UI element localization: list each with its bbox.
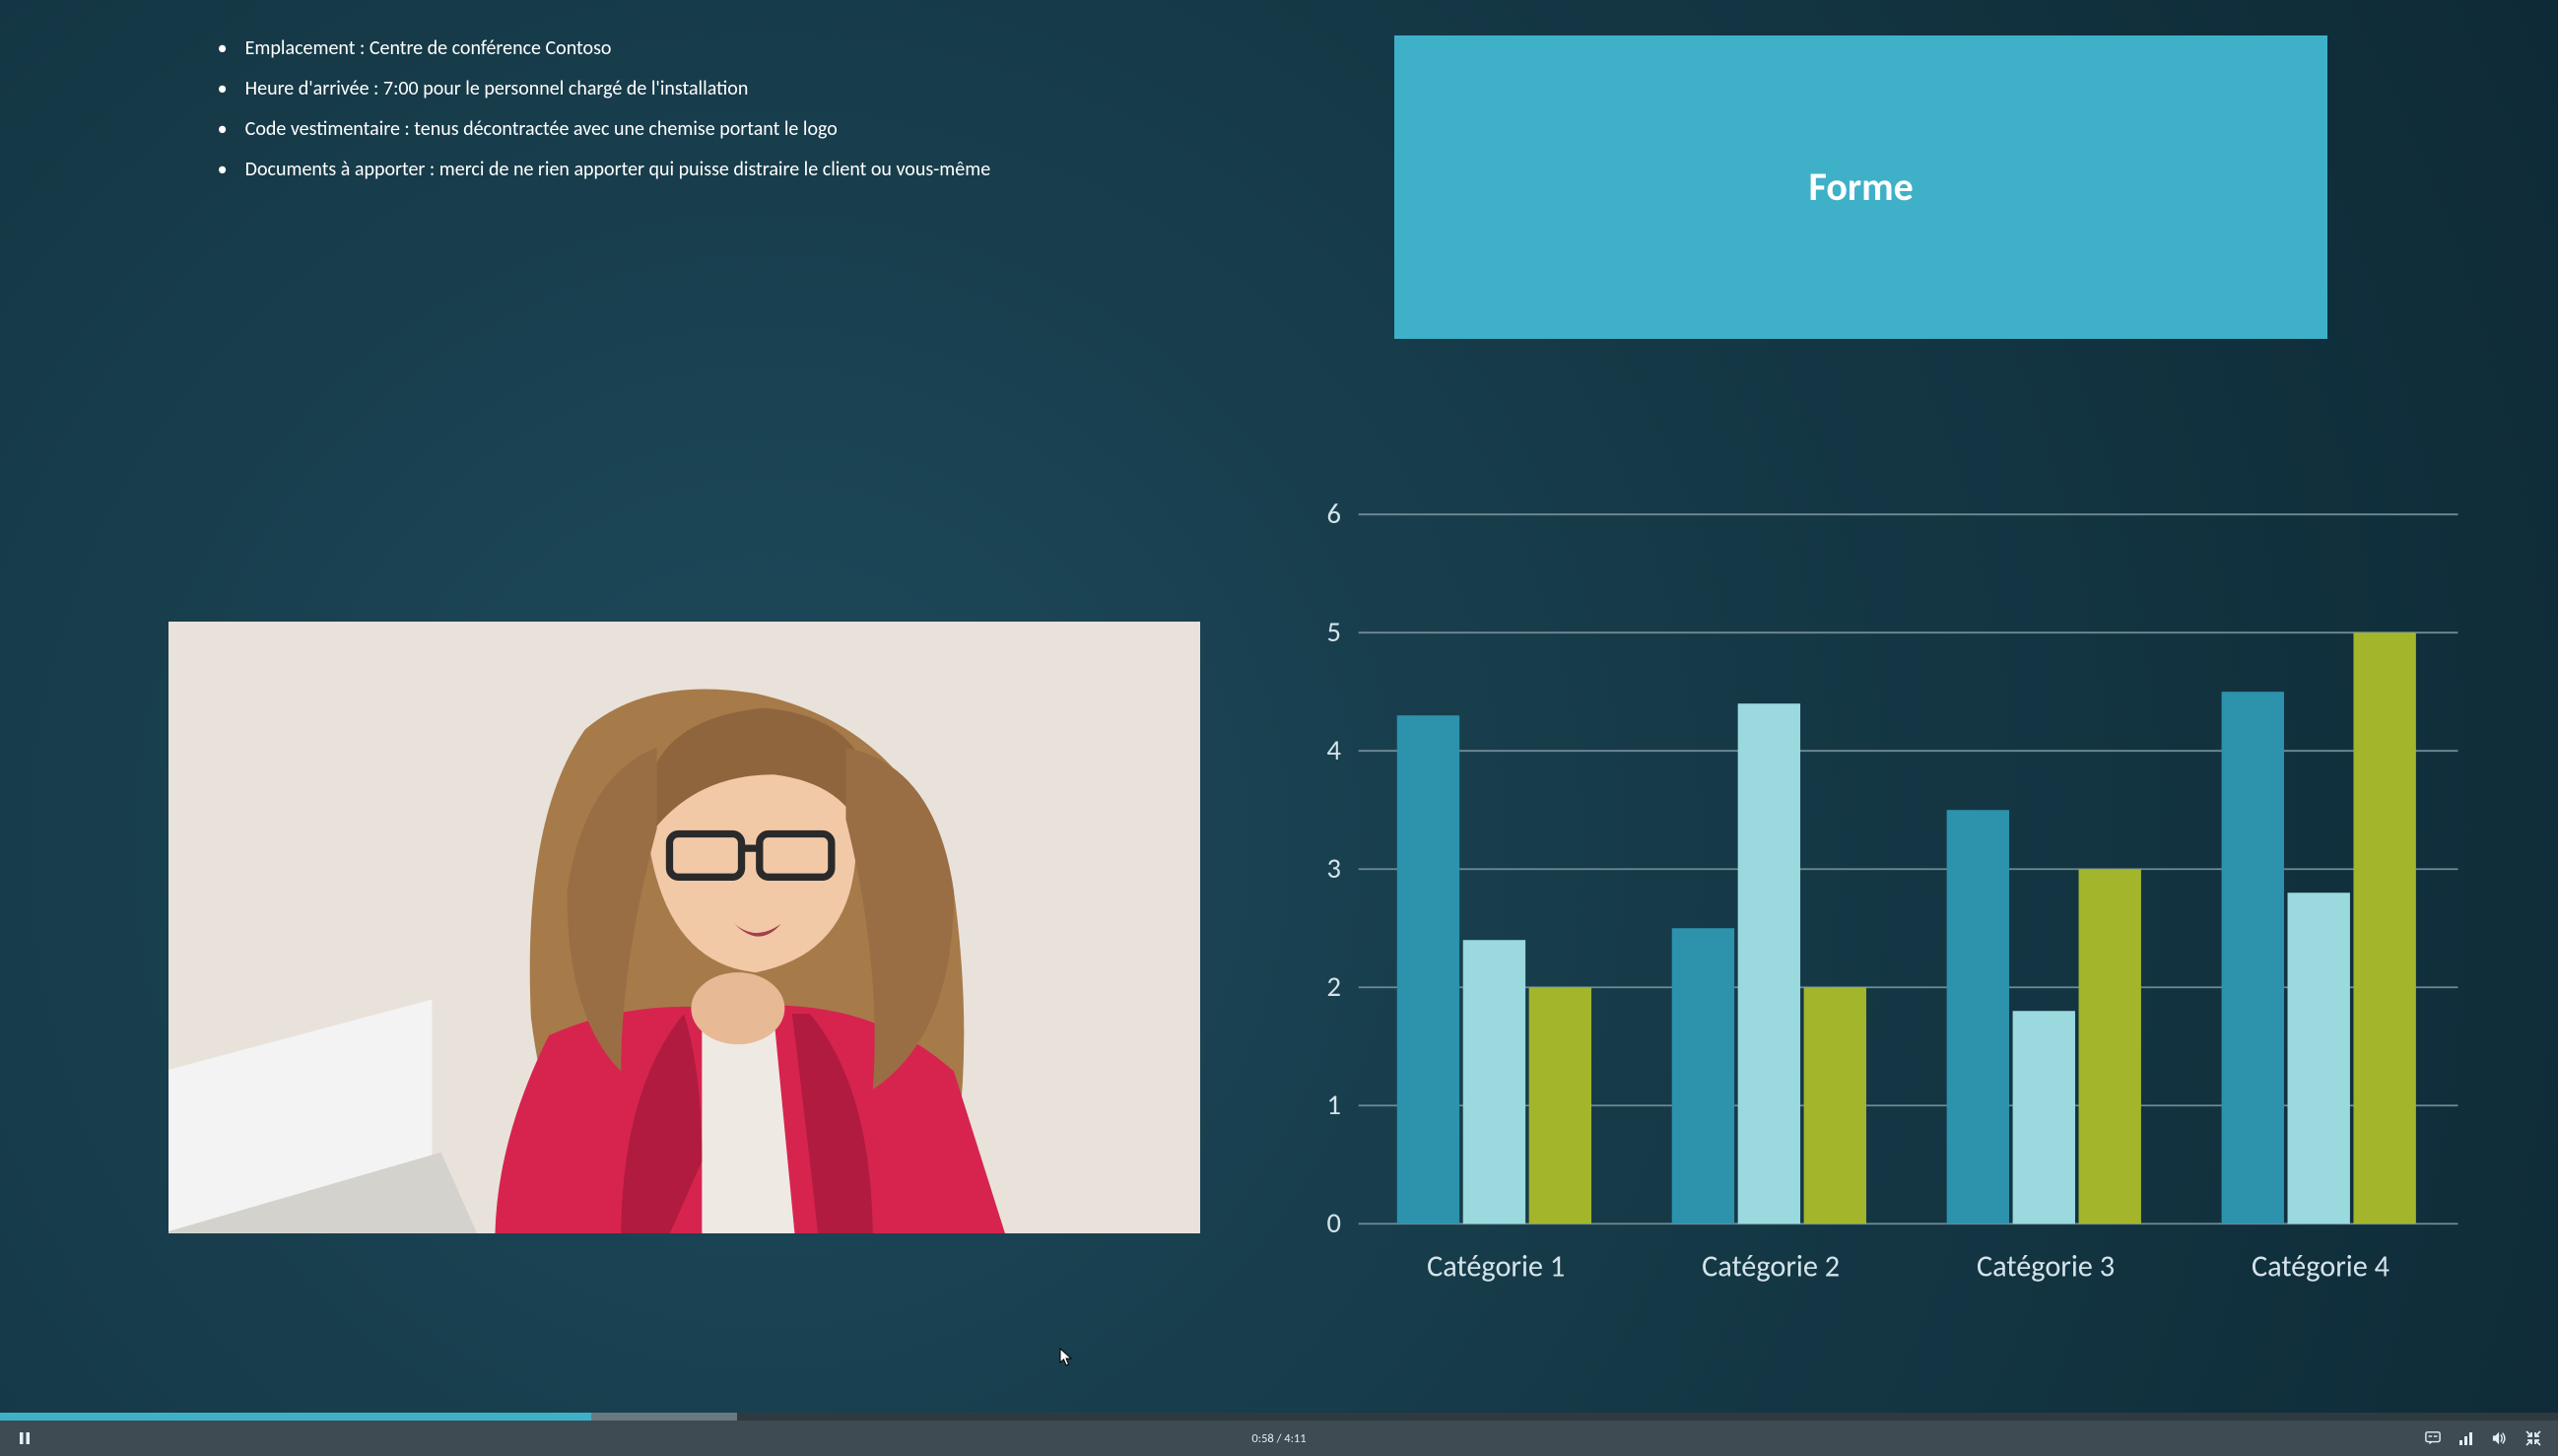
svg-text:2: 2 [1326, 969, 1340, 1004]
svg-text:0: 0 [1326, 1206, 1340, 1240]
chart-bar [2288, 893, 2350, 1224]
presentation-slide: Emplacement : Centre de conférence Conto… [0, 0, 2558, 1413]
video-player-bar: 0:58 / 4:11 [0, 1413, 2558, 1456]
progress-played [0, 1413, 591, 1421]
chart-bar [1397, 715, 1459, 1224]
svg-text:5: 5 [1326, 615, 1340, 649]
signal-bars-icon[interactable] [2452, 1423, 2481, 1453]
svg-text:Catégorie 1: Catégorie 1 [1427, 1249, 1565, 1286]
forme-label: Forme [1808, 163, 1913, 211]
current-time: 0:58 [1251, 1431, 1273, 1446]
bar-chart: 0 1 2 3 4 5 6 Catégorie 1 Catégorie 2 Catégorie 3… [1292, 495, 2468, 1314]
svg-text:1: 1 [1326, 1088, 1340, 1122]
chart-bar [1529, 987, 1591, 1224]
fullscreen-exit-button[interactable] [2519, 1423, 2548, 1453]
bullet-list: Emplacement : Centre de conférence Conto… [218, 35, 1189, 197]
time-display: 0:58 / 4:11 [1251, 1431, 1306, 1446]
bullet-item: Code vestimentaire : tenus décontractée … [218, 116, 1189, 143]
chart-bar [2013, 1011, 2075, 1224]
bullet-item: Documents à apporter : merci de ne rien … [218, 157, 1189, 183]
chart-bar [1738, 703, 1800, 1224]
svg-text:4: 4 [1326, 733, 1340, 767]
mouse-cursor-icon [1059, 1348, 1073, 1367]
svg-text:Catégorie 4: Catégorie 4 [2252, 1249, 2390, 1286]
volume-button[interactable] [2485, 1423, 2515, 1453]
chart-bar [2079, 869, 2141, 1224]
total-time: 4:11 [1284, 1431, 1306, 1446]
svg-text:3: 3 [1326, 851, 1340, 886]
svg-text:Catégorie 2: Catégorie 2 [1702, 1249, 1840, 1286]
chart-bar [1672, 928, 1734, 1224]
chart-bar [1804, 987, 1866, 1224]
bullet-item: Emplacement : Centre de conférence Conto… [218, 35, 1189, 62]
progress-bar[interactable] [0, 1413, 2558, 1421]
chart-bar [1463, 940, 1525, 1224]
chart-bar [2353, 632, 2415, 1224]
svg-text:6: 6 [1326, 496, 1340, 531]
svg-text:Catégorie 3: Catégorie 3 [1977, 1249, 2115, 1286]
forme-title-box: Forme [1394, 35, 2328, 339]
bullet-item: Heure d'arrivée : 7:00 pour le personnel… [218, 76, 1189, 102]
slide-photo [168, 622, 1199, 1233]
chart-bar [2222, 692, 2284, 1224]
chart-bar [1947, 810, 2009, 1224]
captions-button[interactable] [2418, 1423, 2448, 1453]
progress-buffered [591, 1413, 737, 1421]
player-controls-row: 0:58 / 4:11 [0, 1421, 2558, 1456]
pause-button[interactable] [10, 1423, 39, 1453]
